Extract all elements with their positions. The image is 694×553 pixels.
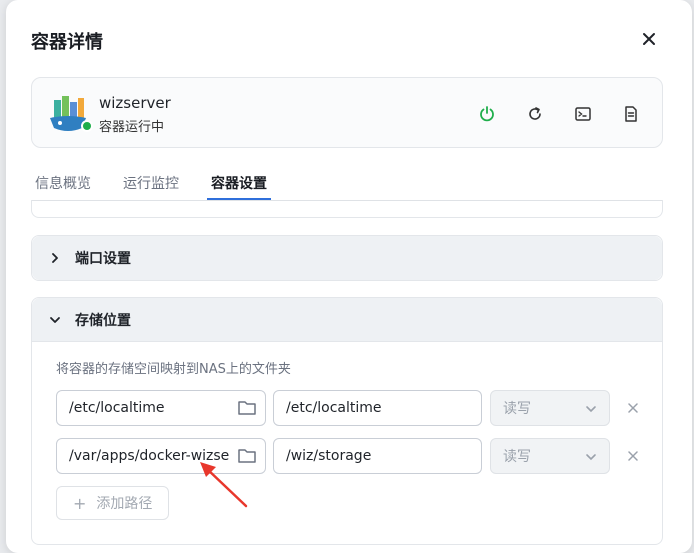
storage-header[interactable]: 存储位置: [32, 298, 662, 342]
running-status-dot: [81, 120, 93, 132]
annotation-arrow-icon: [200, 462, 248, 508]
tab-monitor[interactable]: 运行监控: [123, 173, 179, 193]
container-detail-dialog: 容器详情 wizserver 容器运行中 信息概览 运行监控 容器设置 端口设置…: [6, 0, 692, 553]
chevron-down-icon: [50, 316, 60, 323]
mode-select[interactable]: 读写: [490, 390, 610, 426]
tab-overview[interactable]: 信息概览: [35, 173, 91, 193]
plus-icon: +: [73, 493, 87, 513]
chevron-right-icon: [52, 253, 58, 263]
tab-container-settings[interactable]: 容器设置: [211, 173, 267, 193]
chevron-down-icon: [586, 406, 596, 413]
chevron-down-icon: [586, 454, 596, 461]
container-path-field[interactable]: /wiz/storage: [273, 438, 482, 474]
power-icon[interactable]: [476, 103, 498, 125]
remove-row-icon[interactable]: [626, 401, 640, 415]
log-icon[interactable]: [620, 103, 642, 125]
host-path-field[interactable]: /etc/localtime: [56, 390, 266, 426]
terminal-icon[interactable]: [572, 103, 594, 125]
port-settings-label: 端口设置: [75, 251, 131, 267]
close-icon[interactable]: [638, 28, 660, 50]
dialog-title: 容器详情: [31, 32, 103, 53]
app-status: 容器运行中: [99, 120, 165, 135]
tab-bar: 信息概览 运行监控 容器设置: [31, 160, 663, 201]
add-path-button[interactable]: + 添加路径: [56, 486, 170, 520]
previous-section-bottom: [31, 200, 663, 218]
container-path-field[interactable]: /etc/localtime: [273, 390, 482, 426]
storage-label: 存储位置: [75, 312, 131, 329]
restart-icon[interactable]: [524, 103, 546, 125]
mode-select[interactable]: 读写: [490, 438, 610, 474]
port-settings-section: 端口设置: [31, 235, 663, 281]
app-summary-card: wizserver 容器运行中: [31, 77, 663, 148]
app-name: wizserver: [99, 94, 171, 112]
remove-row-icon[interactable]: [626, 449, 640, 463]
storage-section: 存储位置 将容器的存储空间映射到NAS上的文件夹 /etc/localtime …: [31, 297, 663, 545]
storage-hint: 将容器的存储空间映射到NAS上的文件夹: [56, 362, 291, 377]
port-settings-header[interactable]: 端口设置: [32, 236, 662, 280]
folder-icon[interactable]: [237, 399, 257, 417]
